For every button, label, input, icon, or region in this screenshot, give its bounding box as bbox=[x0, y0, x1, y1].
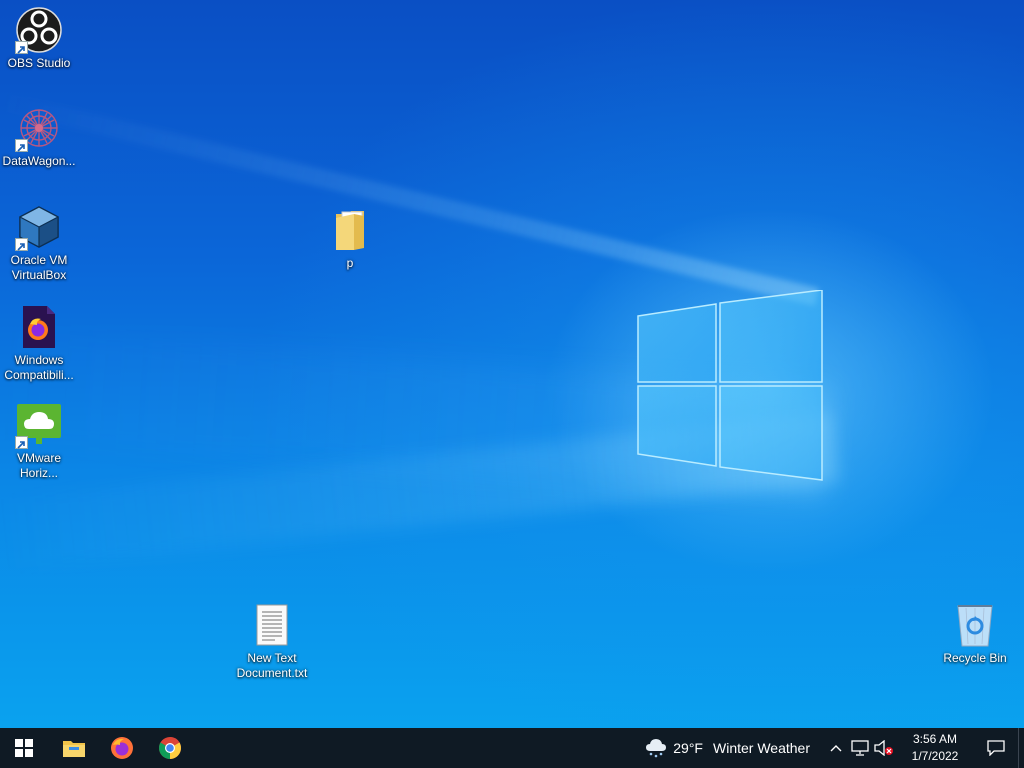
virtualbox-icon bbox=[15, 203, 63, 251]
weather-widget[interactable]: 29°F Winter Weather bbox=[637, 728, 818, 768]
shortcut-arrow-icon bbox=[15, 436, 28, 449]
desktop-icon-datawagon[interactable]: DataWagon... bbox=[1, 104, 77, 169]
firefox-icon bbox=[111, 737, 133, 759]
datawagon-icon bbox=[15, 104, 63, 152]
icon-label: OBS Studio bbox=[7, 56, 71, 70]
chrome-icon bbox=[159, 737, 181, 759]
file-explorer-icon bbox=[63, 741, 85, 757]
start-button[interactable] bbox=[0, 728, 48, 768]
network-icon bbox=[851, 740, 869, 756]
show-desktop-button[interactable] bbox=[1018, 728, 1024, 768]
icon-label: Oracle VM VirtualBox bbox=[10, 253, 68, 282]
desktop-icon-virtualbox[interactable]: Oracle VM VirtualBox bbox=[1, 203, 77, 283]
system-tray: 29°F Winter Weather 3:56 AM 1/7/2022 bbox=[637, 728, 1024, 768]
desktop-icon-folder-p[interactable]: p bbox=[312, 206, 388, 271]
firefox-dark-icon bbox=[15, 303, 63, 351]
text-file-icon bbox=[248, 601, 296, 649]
shortcut-arrow-icon bbox=[15, 139, 28, 152]
network-button[interactable] bbox=[848, 728, 872, 768]
icon-label: VMware Horiz... bbox=[16, 451, 61, 480]
recycle-bin-icon bbox=[951, 601, 999, 649]
desktop-icon-obs-studio[interactable]: OBS Studio bbox=[1, 6, 77, 71]
icon-label: DataWagon... bbox=[2, 154, 76, 168]
folder-icon bbox=[326, 206, 374, 254]
weather-description: Winter Weather bbox=[713, 740, 810, 756]
icon-label: Windows Compatibili... bbox=[4, 353, 74, 382]
desktop-icon-new-text-document[interactable]: New Text Document.txt bbox=[234, 601, 310, 681]
icon-label: New Text Document.txt bbox=[236, 651, 308, 680]
obs-studio-icon bbox=[15, 6, 63, 54]
taskbar-chrome[interactable] bbox=[146, 728, 194, 768]
clock-date: 1/7/2022 bbox=[911, 749, 959, 763]
weather-snow-cloud-icon bbox=[646, 739, 667, 758]
taskbar-file-explorer[interactable] bbox=[50, 728, 98, 768]
shortcut-arrow-icon bbox=[15, 41, 28, 54]
taskbar: 29°F Winter Weather 3:56 AM 1/7/2022 bbox=[0, 728, 1024, 768]
taskbar-firefox[interactable] bbox=[98, 728, 146, 768]
show-hidden-icons-button[interactable] bbox=[824, 728, 848, 768]
chevron-up-icon bbox=[830, 745, 842, 752]
volume-muted-icon bbox=[874, 740, 893, 756]
windows-start-icon bbox=[15, 739, 33, 757]
volume-button[interactable] bbox=[872, 728, 896, 768]
windows-wallpaper-logo bbox=[637, 290, 823, 481]
notification-center-button[interactable] bbox=[974, 728, 1018, 768]
desktop-icon-recycle-bin[interactable]: Recycle Bin bbox=[937, 601, 1013, 666]
icon-label: Recycle Bin bbox=[943, 651, 1007, 665]
desktop-icon-vmware-horizon[interactable]: VMware Horiz... bbox=[1, 401, 77, 481]
desktop-icon-windows-compatibility[interactable]: Windows Compatibili... bbox=[1, 303, 77, 383]
weather-temperature: 29°F bbox=[673, 740, 703, 756]
clock-time: 3:56 AM bbox=[912, 732, 958, 746]
notification-icon bbox=[987, 740, 1005, 756]
light-beam bbox=[0, 92, 819, 306]
icon-label: p bbox=[346, 256, 354, 270]
vmware-horizon-icon bbox=[15, 401, 63, 449]
clock[interactable]: 3:56 AM 1/7/2022 bbox=[896, 728, 974, 768]
shortcut-arrow-icon bbox=[15, 238, 28, 251]
desktop[interactable]: OBS Studio DataWagon... Oracle VM Virtua… bbox=[0, 0, 1024, 728]
